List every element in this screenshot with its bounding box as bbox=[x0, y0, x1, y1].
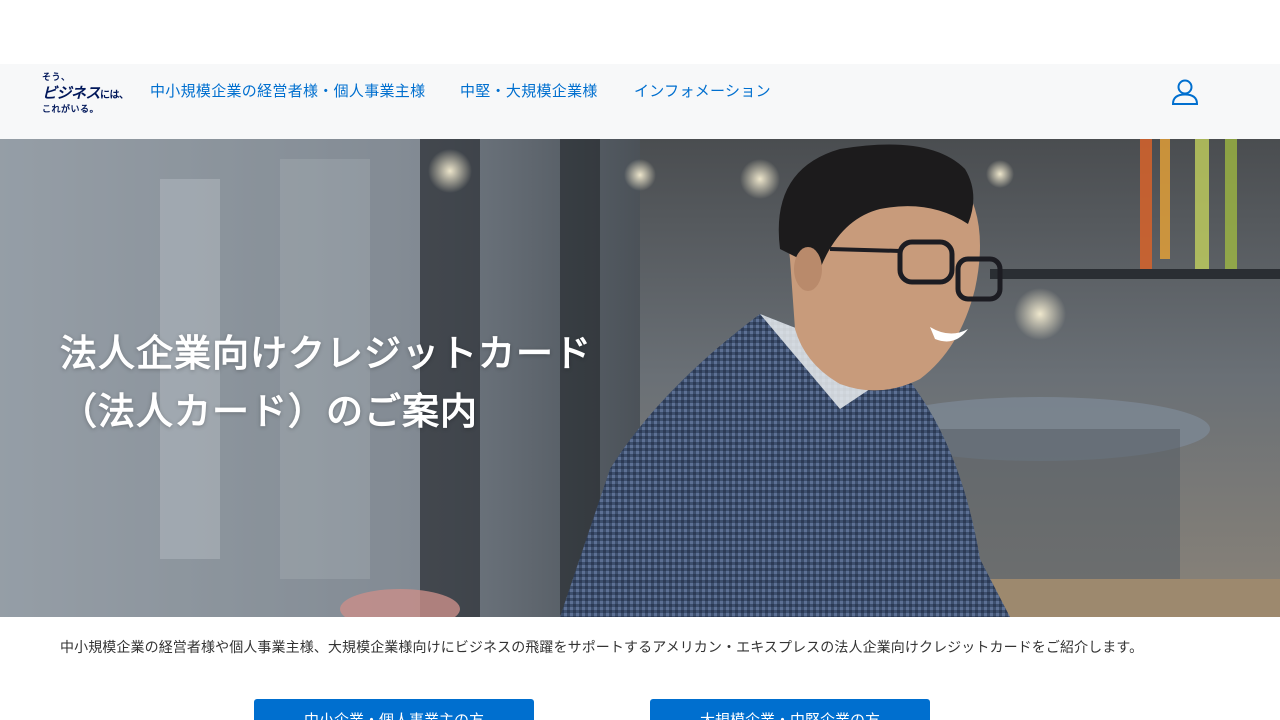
logo-line-2-main: ビジネス bbox=[42, 84, 101, 102]
hero-title: 法人企業向けクレジットカード （法人カード）のご案内 bbox=[60, 325, 592, 441]
page: そう、 ビジネスには、 これがいる。 中小規模企業の経営者様・個人事業主様 中堅… bbox=[0, 0, 1280, 720]
site-header: そう、 ビジネスには、 これがいる。 中小規模企業の経営者様・個人事業主様 中堅… bbox=[0, 64, 1280, 139]
large-business-button[interactable]: 大規模企業・中堅企業の方 bbox=[650, 699, 930, 720]
hero-title-line-2: （法人カード）のご案内 bbox=[60, 390, 478, 433]
hero-title-line-1: 法人企業向けクレジットカード bbox=[60, 332, 592, 375]
top-spacer bbox=[0, 0, 1280, 64]
user-icon[interactable] bbox=[1170, 77, 1200, 107]
nav-small-business[interactable]: 中小規模企業の経営者様・個人事業主様 bbox=[150, 80, 425, 101]
small-business-button[interactable]: 中小企業・個人事業主の方 bbox=[254, 699, 534, 720]
intro-text: 中小規模企業の経営者様や個人事業主様、大規模企業様向けにビジネスの飛躍をサポート… bbox=[60, 640, 1144, 656]
logo-line-2: ビジネスには、 bbox=[42, 82, 129, 103]
brand-logo[interactable]: そう、 ビジネスには、 これがいる。 bbox=[42, 70, 138, 116]
logo-line-3: これがいる。 bbox=[42, 105, 100, 115]
nav-information[interactable]: インフォメーション bbox=[634, 80, 771, 101]
nav-large-business[interactable]: 中堅・大規模企業様 bbox=[460, 80, 598, 101]
hero-banner: 法人企業向けクレジットカード （法人カード）のご案内 bbox=[0, 139, 1280, 617]
logo-line-2-suffix: には、 bbox=[100, 90, 129, 101]
